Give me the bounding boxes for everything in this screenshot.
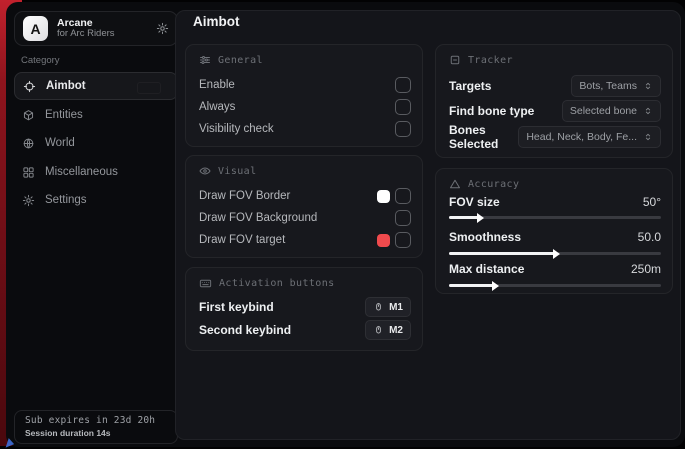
sidebar-item-label: Miscellaneous [45, 166, 118, 178]
fov-size-value: 50° [643, 195, 661, 209]
card-title: Accuracy [468, 179, 519, 190]
gear-icon [22, 194, 36, 207]
card-title: Tracker [468, 55, 513, 66]
accuracy-card: Accuracy FOV size 50° Smoothness 50.0 Ma… [435, 168, 673, 294]
gear-icon[interactable] [156, 22, 169, 35]
row-label: Enable [199, 79, 235, 91]
row-label: Max distance [449, 262, 524, 276]
tracker-card: Tracker Targets Bots, Teams Find bone ty… [435, 44, 673, 158]
eye-icon [199, 165, 211, 177]
row-label: Visibility check [199, 123, 274, 135]
fov-size-slider[interactable] [449, 216, 661, 219]
visibility-check-checkbox[interactable] [395, 121, 411, 137]
slider-thumb[interactable] [492, 281, 499, 291]
draw-fov-target-checkbox[interactable] [395, 232, 411, 248]
brand-subtitle: for Arc Riders [57, 29, 115, 40]
sidebar-item-settings[interactable]: Settings [14, 186, 178, 214]
dropdown-value: Bots, Teams [579, 80, 637, 92]
brand-card: A Arcane for Arc Riders [14, 11, 178, 46]
fov-border-color-swatch[interactable] [377, 190, 390, 203]
triangle-icon [449, 178, 461, 190]
cube-icon [22, 109, 36, 122]
row-label: Targets [449, 79, 491, 93]
card-title: Visual [218, 166, 257, 177]
sidebar-item-label: Entities [45, 109, 83, 121]
smoothness-slider[interactable] [449, 252, 661, 255]
max-distance-value: 250m [631, 262, 661, 276]
row-label: First keybind [199, 300, 274, 314]
row-label: Second keybind [199, 323, 291, 337]
row-label: Draw FOV Border [199, 190, 290, 202]
row-label: Find bone type [449, 104, 534, 118]
draw-fov-border-checkbox[interactable] [395, 188, 411, 204]
session-duration-text: Session duration 14s [25, 428, 167, 438]
fov-target-color-swatch[interactable] [377, 234, 390, 247]
sidebar-item-label: Settings [45, 194, 87, 206]
row-label: Bones Selected [449, 123, 518, 151]
brand-logo: A [23, 16, 48, 41]
card-title: Activation buttons [219, 278, 335, 289]
chevrons-up-down-icon [643, 132, 653, 142]
always-checkbox[interactable] [395, 99, 411, 115]
grid-icon [22, 166, 36, 179]
sidebar-item-entities[interactable]: Entities [14, 101, 178, 129]
sidebar-item-aimbot[interactable]: Aimbot [14, 72, 178, 100]
mouse-cursor [6, 438, 16, 449]
slider-thumb[interactable] [477, 213, 484, 223]
sub-expires-text: Sub expires in 23d 20h [25, 415, 167, 426]
chevrons-up-down-icon [643, 106, 653, 116]
find-bone-type-dropdown[interactable]: Selected bone [562, 100, 661, 122]
sidebar-item-world[interactable]: World [14, 129, 178, 157]
globe-icon [22, 137, 36, 150]
keybind-value: M1 [389, 302, 403, 313]
row-label: FOV size [449, 195, 500, 209]
chevrons-up-down-icon [643, 81, 653, 91]
subscription-card: Sub expires in 23d 20h Session duration … [14, 410, 178, 444]
crosshair-icon [23, 80, 37, 93]
app-window: A Arcane for Arc Riders Category Aimbot [0, 0, 685, 449]
first-keybind-button[interactable]: M1 [365, 297, 411, 317]
scan-icon [449, 54, 461, 66]
card-title: General [218, 55, 263, 66]
keyboard-icon [199, 277, 212, 290]
dropdown-value: Selected bone [570, 105, 637, 117]
mouse-icon [373, 325, 384, 336]
activation-card: Activation buttons First keybind M1 Seco… [185, 267, 423, 351]
mouse-icon [373, 302, 384, 313]
sliders-icon [199, 54, 211, 66]
keybind-value: M2 [389, 325, 403, 336]
row-label: Draw FOV target [199, 234, 285, 246]
page-title: Aimbot [193, 14, 240, 29]
aimbot-hint-badge [137, 82, 161, 94]
sidebar-item-label: World [45, 137, 75, 149]
general-card: General Enable Always Visibility check [185, 44, 423, 147]
sidebar-item-miscellaneous[interactable]: Miscellaneous [14, 158, 178, 186]
dropdown-value: Head, Neck, Body, Fe... [526, 131, 637, 143]
enable-checkbox[interactable] [395, 77, 411, 93]
smoothness-value: 50.0 [638, 230, 661, 244]
sidebar-item-label: Aimbot [46, 80, 86, 92]
slider-thumb[interactable] [553, 249, 560, 259]
bones-selected-dropdown[interactable]: Head, Neck, Body, Fe... [518, 126, 661, 148]
draw-fov-background-checkbox[interactable] [395, 210, 411, 226]
row-label: Always [199, 101, 235, 113]
second-keybind-button[interactable]: M2 [365, 320, 411, 340]
category-label: Category [21, 55, 60, 66]
visual-card: Visual Draw FOV Border Draw FOV Backgrou… [185, 155, 423, 258]
max-distance-slider[interactable] [449, 284, 661, 287]
row-label: Draw FOV Background [199, 212, 317, 224]
row-label: Smoothness [449, 230, 521, 244]
targets-dropdown[interactable]: Bots, Teams [571, 75, 661, 97]
